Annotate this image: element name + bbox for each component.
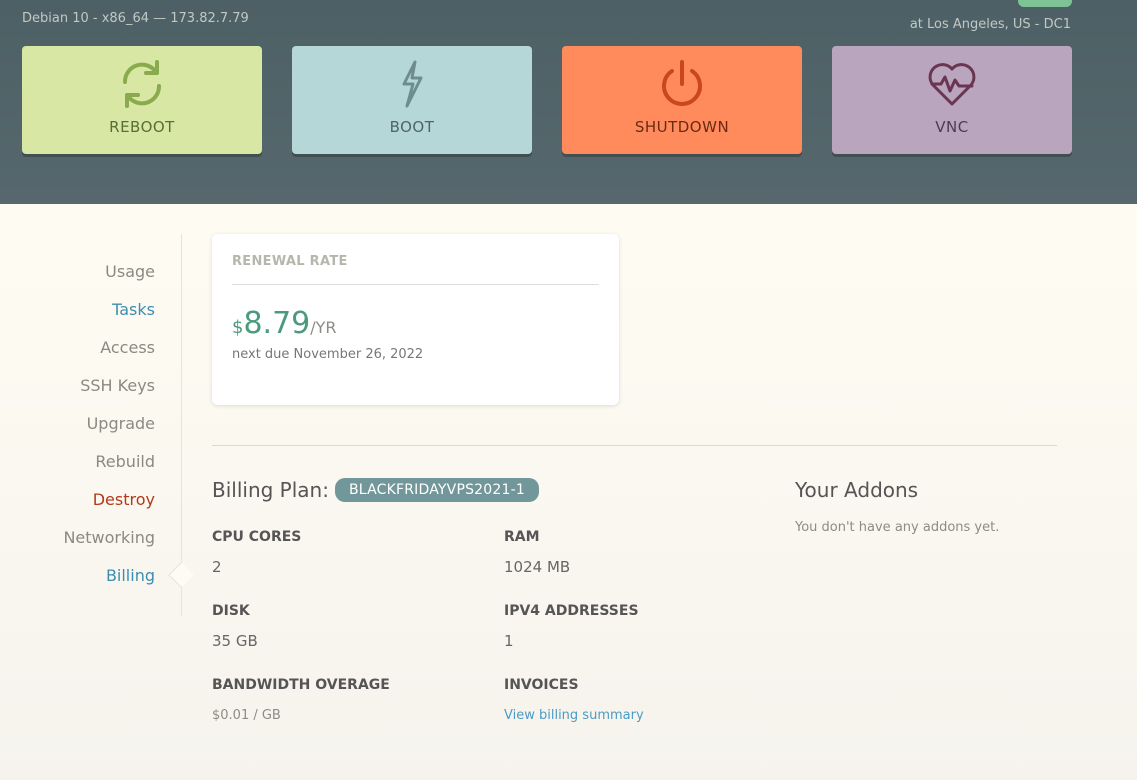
shutdown-label: SHUTDOWN <box>634 118 730 136</box>
renewal-divider <box>232 284 599 285</box>
bandwidth-overage-label: BANDWIDTH OVERAGE <box>212 677 390 693</box>
sidebar-item-billing[interactable]: Billing <box>106 566 155 585</box>
ipv4-label: IPV4 ADDRESSES <box>504 603 639 619</box>
billing-plan-heading: Billing Plan: BLACKFRIDAYVPS2021-1 <box>212 478 539 502</box>
status-badge <box>1018 0 1072 7</box>
bandwidth-overage-value: $0.01 / GB <box>212 708 281 723</box>
renewal-rate-title: RENEWAL RATE <box>232 254 348 269</box>
disk-label: DISK <box>212 603 250 619</box>
disk-value: 35 GB <box>212 632 258 650</box>
cpu-cores-value: 2 <box>212 558 222 576</box>
power-icon <box>662 60 702 106</box>
server-header: Debian 10 - x86_64 — 173.82.7.79 at Los … <box>0 0 1137 204</box>
renewal-price: $8.79/YR <box>232 306 337 341</box>
sidebar-item-upgrade[interactable]: Upgrade <box>87 414 155 433</box>
sidebar-item-networking[interactable]: Networking <box>63 528 155 547</box>
server-os-info: Debian 10 - x86_64 — 173.82.7.79 <box>22 11 249 26</box>
invoices-label: INVOICES <box>504 677 579 693</box>
heart-monitor-icon <box>928 63 976 106</box>
sidebar-item-destroy[interactable]: Destroy <box>93 490 155 509</box>
shutdown-button[interactable]: SHUTDOWN <box>562 46 802 154</box>
boot-button[interactable]: BOOT <box>292 46 532 154</box>
vnc-label: VNC <box>935 118 969 136</box>
ram-value: 1024 MB <box>504 558 571 576</box>
server-location: at Los Angeles, US - DC1 <box>909 17 1071 32</box>
boot-label: BOOT <box>389 118 435 136</box>
main-content: Usage Tasks Access SSH Keys Upgrade Rebu… <box>0 204 1137 780</box>
plan-badge: BLACKFRIDAYVPS2021-1 <box>334 478 539 502</box>
sidebar-item-tasks[interactable]: Tasks <box>112 300 155 319</box>
addons-title: Your Addons <box>795 478 919 502</box>
addons-empty-message: You don't have any addons yet. <box>795 520 1000 535</box>
sidebar-item-rebuild[interactable]: Rebuild <box>95 452 155 471</box>
next-due-date: next due November 26, 2022 <box>232 347 424 362</box>
price-amount: 8.79 <box>243 306 311 341</box>
refresh-icon <box>122 60 162 108</box>
reboot-label: REBOOT <box>109 118 175 136</box>
reboot-button[interactable]: REBOOT <box>22 46 262 154</box>
sidebar-item-usage[interactable]: Usage <box>105 262 155 281</box>
price-period: /YR <box>310 318 337 337</box>
ipv4-value: 1 <box>504 632 514 650</box>
view-billing-summary-link[interactable]: View billing summary <box>504 708 644 723</box>
sidebar-item-access[interactable]: Access <box>100 338 155 357</box>
sidebar-nav: Usage Tasks Access SSH Keys Upgrade Rebu… <box>0 234 182 616</box>
price-currency: $ <box>232 317 244 338</box>
renewal-rate-card: RENEWAL RATE $8.79/YR next due November … <box>212 234 619 405</box>
lightning-bolt-icon <box>402 60 423 108</box>
cpu-cores-label: CPU CORES <box>212 529 302 545</box>
sidebar-item-ssh-keys[interactable]: SSH Keys <box>80 376 155 395</box>
ram-label: RAM <box>504 529 540 545</box>
billing-plan-label: Billing Plan: <box>212 478 329 502</box>
vnc-button[interactable]: VNC <box>832 46 1072 154</box>
section-divider <box>212 445 1057 446</box>
